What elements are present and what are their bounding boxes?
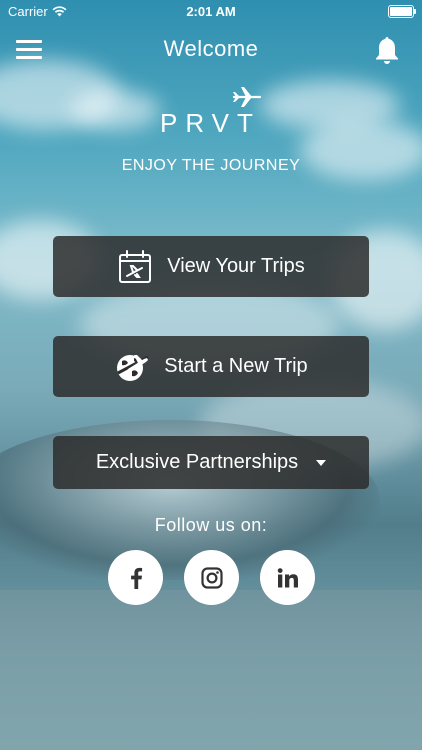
airplane-icon <box>232 87 262 107</box>
facebook-icon <box>130 567 142 589</box>
status-bar: Carrier 2:01 AM <box>0 0 422 22</box>
nav-bar: Welcome <box>0 30 422 70</box>
caret-down-icon <box>316 459 327 466</box>
linkedin-icon <box>277 567 298 587</box>
bell-icon[interactable] <box>374 35 400 65</box>
calendar-flight-icon <box>119 249 152 283</box>
tagline: ENJOY THE JOURNEY <box>121 157 301 174</box>
facebook-button[interactable] <box>108 550 163 605</box>
partnerships-dropdown[interactable]: Exclusive Partnerships <box>53 436 369 489</box>
new-trip-button[interactable]: Start a New Trip <box>53 336 369 397</box>
partnerships-label: Exclusive Partnerships <box>95 451 299 473</box>
instagram-button[interactable] <box>184 550 239 605</box>
globe-plane-icon <box>117 354 150 381</box>
view-trips-button[interactable]: View Your Trips <box>53 236 369 297</box>
brand-logo: PRVT <box>160 86 262 138</box>
instagram-icon <box>200 566 223 589</box>
clock: 2:01 AM <box>186 4 236 19</box>
linkedin-button[interactable] <box>260 550 315 605</box>
view-trips-label: View Your Trips <box>167 255 305 277</box>
follow-us-label: Follow us on: <box>154 515 268 535</box>
battery-icon <box>388 5 416 18</box>
new-trip-label: Start a New Trip <box>164 355 308 377</box>
page-title: Welcome <box>163 36 259 61</box>
logo-text: PRVT <box>160 108 261 138</box>
